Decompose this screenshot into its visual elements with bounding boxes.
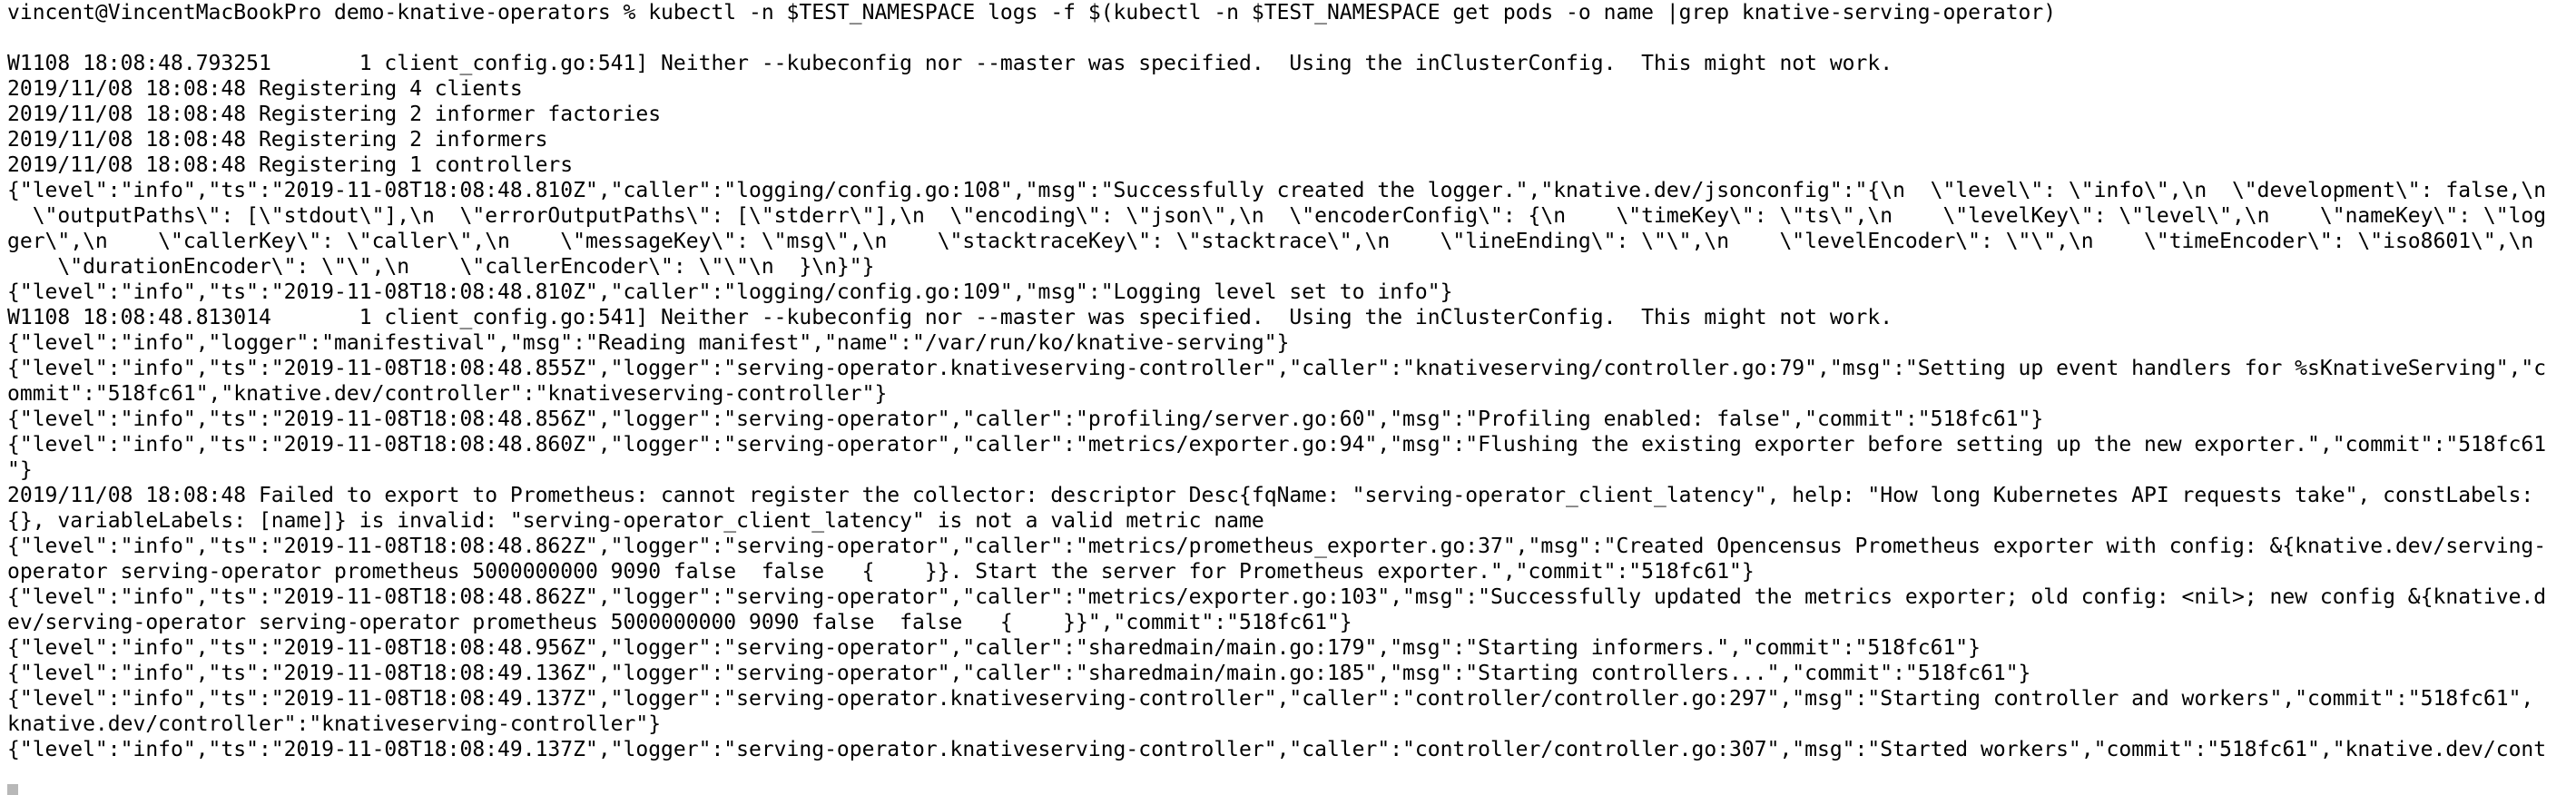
- terminal-line: {"level":"info","ts":"2019-11-08T18:08:4…: [7, 585, 2547, 609]
- terminal-line: 2019/11/08 18:08:48 Failed to export to …: [7, 484, 2534, 507]
- terminal-line: 2019/11/08 18:08:48 Registering 4 client…: [7, 77, 523, 101]
- terminal-line: ger\",\n \"callerKey\": \"caller\",\n \"…: [7, 230, 2534, 253]
- terminal-line: operator serving-operator prometheus 500…: [7, 560, 1755, 584]
- terminal-line: 2019/11/08 18:08:48 Registering 1 contro…: [7, 153, 574, 177]
- terminal-line: W1108 18:08:48.793251 1 client_config.go…: [7, 52, 1893, 75]
- terminal-line: {"level":"info","ts":"2019-11-08T18:08:4…: [7, 407, 2044, 431]
- terminal-line: ommit":"518fc61","knative.dev/controller…: [7, 382, 888, 406]
- terminal-line: 2019/11/08 18:08:48 Registering 2 inform…: [7, 103, 662, 126]
- terminal-line: {"level":"info","ts":"2019-11-08T18:08:4…: [7, 179, 2547, 202]
- terminal-line: 2019/11/08 18:08:48 Registering 2 inform…: [7, 128, 548, 152]
- terminal-line: "}: [7, 458, 33, 482]
- terminal-line: \"outputPaths\": [\"stdout\"],\n \"error…: [7, 204, 2547, 228]
- terminal-line: \"durationEncoder\": \"\",\n \"callerEnc…: [7, 255, 875, 279]
- terminal-line: {"level":"info","ts":"2019-11-08T18:08:4…: [7, 535, 2547, 558]
- terminal-line: {"level":"info","ts":"2019-11-08T18:08:4…: [7, 636, 1981, 660]
- terminal-line: W1108 18:08:48.813014 1 client_config.go…: [7, 306, 1893, 329]
- terminal-line: vincent@VincentMacBookPro demo-knative-o…: [7, 1, 2057, 25]
- terminal-line: {"level":"info","logger":"manifestival",…: [7, 331, 1290, 355]
- terminal-line: {"level":"info","ts":"2019-11-08T18:08:4…: [7, 280, 1453, 304]
- terminal-cursor: [7, 784, 18, 795]
- terminal-line: {"level":"info","ts":"2019-11-08T18:08:4…: [7, 433, 2547, 456]
- terminal-line: {}, variableLabels: [name]} is invalid: …: [7, 509, 1264, 533]
- terminal-line: knative.dev/controller":"knativeserving-…: [7, 712, 662, 736]
- terminal-line: {"level":"info","ts":"2019-11-08T18:08:4…: [7, 357, 2547, 380]
- terminal-line: {"level":"info","ts":"2019-11-08T18:08:4…: [7, 687, 2534, 711]
- terminal-line: {"level":"info","ts":"2019-11-08T18:08:4…: [7, 662, 2031, 685]
- terminal-window[interactable]: vincent@VincentMacBookPro demo-knative-o…: [0, 0, 2576, 795]
- terminal-line: ev/serving-operator serving-operator pro…: [7, 611, 1352, 634]
- terminal-line: {"level":"info","ts":"2019-11-08T18:08:4…: [7, 738, 2547, 761]
